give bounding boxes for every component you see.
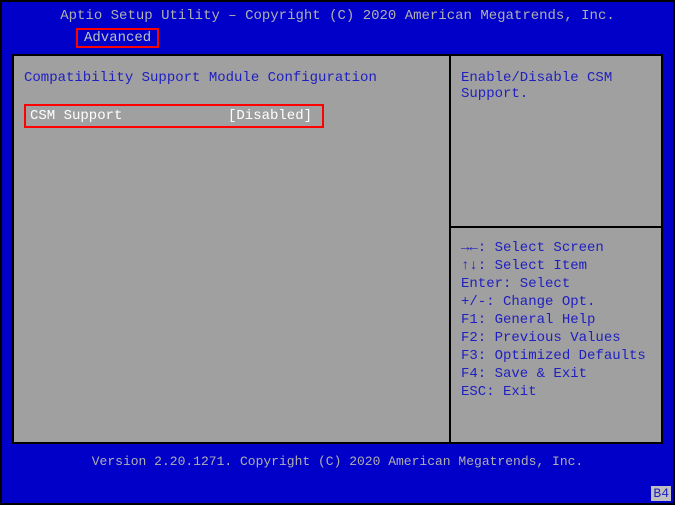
help-text: Enable/Disable CSM Support. — [451, 56, 661, 226]
csm-support-row[interactable]: CSM Support [Disabled] — [24, 104, 324, 128]
header-title: Aptio Setup Utility – Copyright (C) 2020… — [60, 8, 615, 24]
corner-badge: B4 — [651, 486, 671, 501]
csm-support-value: [Disabled] — [228, 108, 318, 124]
main-frame: Compatibility Support Module Configurati… — [12, 54, 663, 444]
hint-general-help: F1: General Help — [461, 312, 651, 328]
tab-row: Advanced — [2, 26, 673, 54]
hint-change-opt: +/-: Change Opt. — [461, 294, 651, 310]
footer-version: Version 2.20.1271. Copyright (C) 2020 Am… — [92, 454, 583, 469]
bios-footer: Version 2.20.1271. Copyright (C) 2020 Am… — [2, 444, 673, 473]
hint-save-exit: F4: Save & Exit — [461, 366, 651, 382]
settings-panel: Compatibility Support Module Configurati… — [14, 56, 451, 442]
hint-previous-values: F2: Previous Values — [461, 330, 651, 346]
hint-select: Enter: Select — [461, 276, 651, 292]
bios-header: Aptio Setup Utility – Copyright (C) 2020… — [2, 2, 673, 26]
section-title: Compatibility Support Module Configurati… — [24, 70, 439, 86]
csm-support-label: CSM Support — [30, 108, 228, 124]
tab-advanced[interactable]: Advanced — [76, 28, 159, 48]
hint-select-item: ↑↓: Select Item — [461, 258, 651, 274]
hint-optimized-defaults: F3: Optimized Defaults — [461, 348, 651, 364]
hint-exit: ESC: Exit — [461, 384, 651, 400]
hint-select-screen: →←: Select Screen — [461, 240, 651, 256]
key-hints: →←: Select Screen ↑↓: Select Item Enter:… — [451, 228, 661, 412]
help-panel: Enable/Disable CSM Support. →←: Select S… — [451, 56, 661, 442]
